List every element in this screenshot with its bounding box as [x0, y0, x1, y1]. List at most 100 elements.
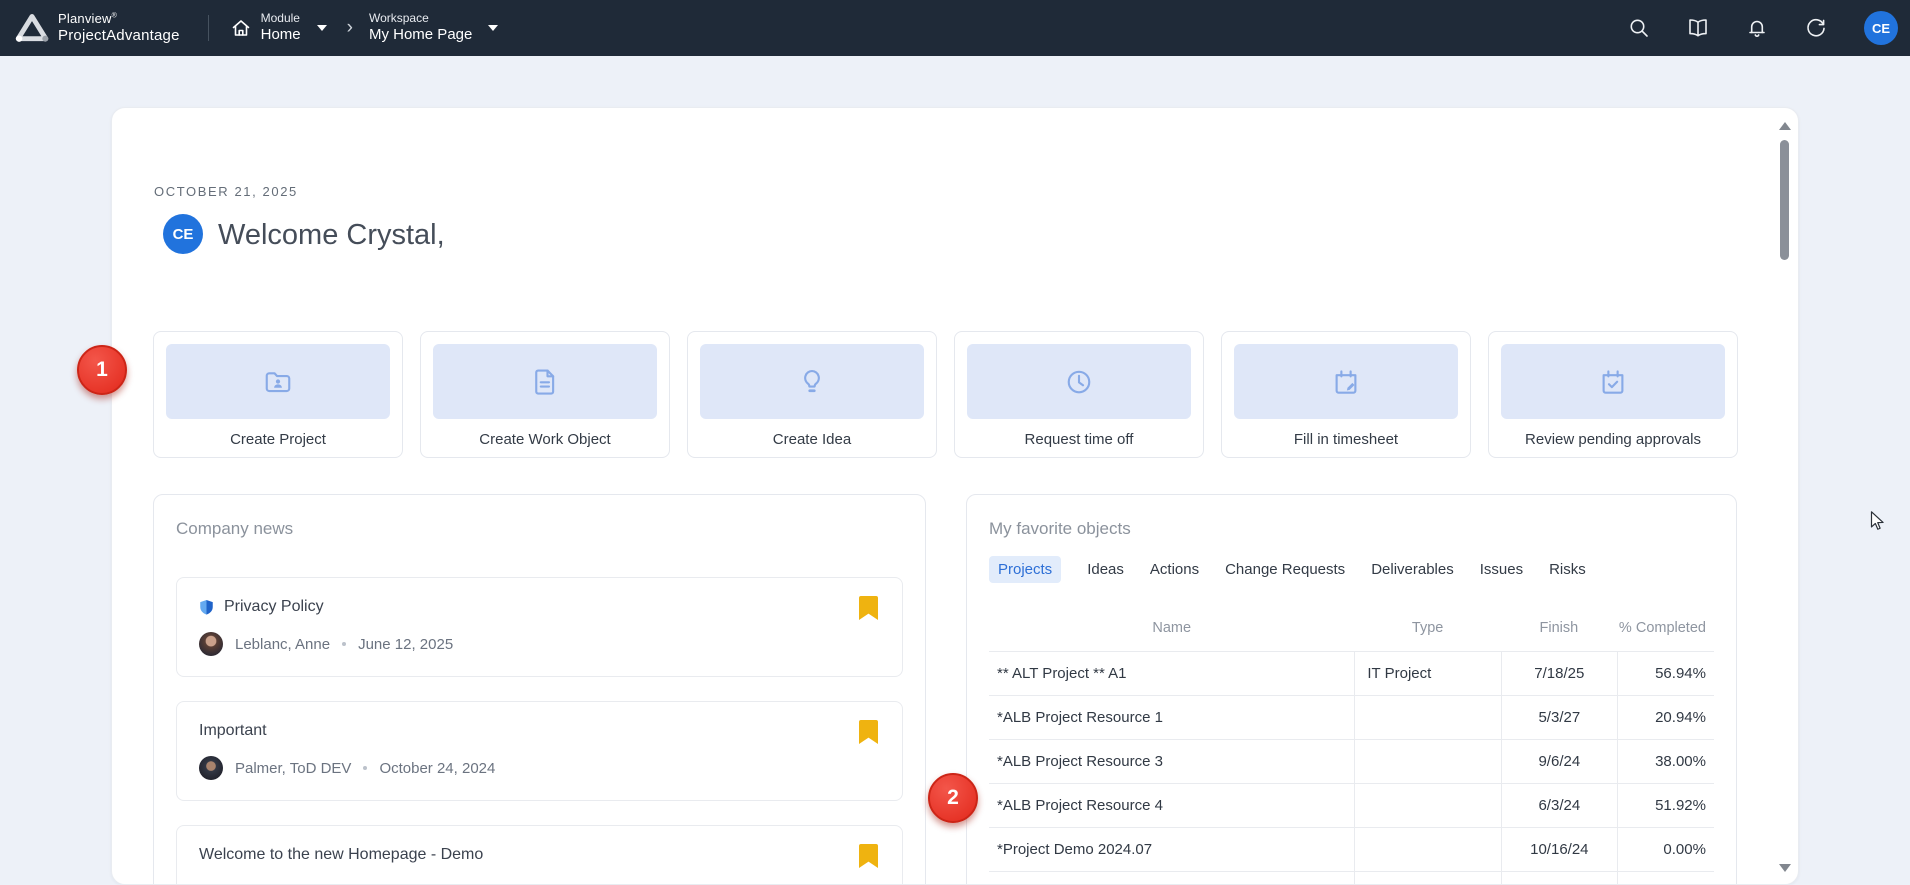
news-meta: Leblanc, Anne June 12, 2025 — [199, 632, 880, 656]
table-header-row: Name Type Finish % Completed — [989, 605, 1714, 651]
news-item-welcome-homepage[interactable]: Welcome to the new Homepage - Demo — [176, 825, 903, 885]
refresh-button[interactable] — [1805, 17, 1827, 39]
cell-name[interactable]: *ALB Project Resource 4 — [989, 784, 1354, 827]
author-avatar — [199, 756, 223, 780]
news-title: Privacy Policy — [199, 598, 880, 616]
bookmark-icon[interactable] — [859, 596, 878, 620]
user-avatar[interactable]: CE — [1864, 11, 1898, 45]
tab-change-requests[interactable]: Change Requests — [1225, 556, 1345, 583]
author-avatar — [199, 632, 223, 656]
table-row[interactable]: ** ALT Project ** A1 IT Project 7/18/25 … — [989, 651, 1714, 695]
column-header-name[interactable]: Name — [989, 605, 1354, 651]
cell-completed: 38.00% — [1617, 740, 1714, 783]
module-caret-icon[interactable] — [317, 25, 327, 31]
column-header-type[interactable]: Type — [1354, 605, 1500, 651]
tab-risks[interactable]: Risks — [1549, 556, 1586, 583]
scrollbar-up-arrow-icon[interactable] — [1779, 122, 1791, 130]
quick-action-review-pending-approvals[interactable]: Review pending approvals — [1488, 331, 1738, 458]
document-icon — [530, 367, 560, 397]
vertical-scrollbar[interactable] — [1777, 108, 1792, 884]
cell-name[interactable]: ** ALT Project ** A1 — [989, 652, 1354, 695]
tab-actions[interactable]: Actions — [1150, 556, 1199, 583]
workspace-value: My Home Page — [369, 26, 472, 45]
table-row[interactable]: *ALB Project Resource 3 9/6/24 38.00% — [989, 739, 1714, 783]
news-item-privacy-policy[interactable]: Privacy Policy Leblanc, Anne June 12, 20… — [176, 577, 903, 677]
news-item-important[interactable]: Important Palmer, ToD DEV October 24, 20… — [176, 701, 903, 801]
quick-action-tile — [166, 344, 390, 419]
column-header-finish[interactable]: Finish — [1501, 605, 1617, 651]
home-icon — [231, 18, 251, 38]
bookmark-icon[interactable] — [859, 720, 878, 744]
cell-finish: 6/3/24 — [1501, 784, 1617, 827]
module-value: Home — [261, 26, 301, 45]
current-date: OCTOBER 21, 2025 — [154, 184, 298, 199]
planview-triangle-icon — [14, 12, 50, 44]
author-name: Palmer, ToD DEV — [235, 760, 351, 777]
news-date: June 12, 2025 — [358, 636, 453, 653]
quick-action-label: Fill in timesheet — [1234, 431, 1458, 448]
calendar-check-icon — [1598, 367, 1628, 397]
bookmark-icon[interactable] — [859, 844, 878, 868]
cell-type — [1354, 740, 1500, 783]
topbar-actions: CE — [1628, 0, 1910, 56]
scrollbar-thumb[interactable] — [1780, 140, 1789, 260]
refresh-icon — [1805, 17, 1827, 39]
cell-name[interactable]: *ALB Project Resource 3 — [989, 740, 1354, 783]
quick-action-fill-in-timesheet[interactable]: Fill in timesheet — [1221, 331, 1471, 458]
planview-logo[interactable]: Planview® ProjectAdvantage — [14, 12, 180, 44]
scrollbar-down-arrow-icon[interactable] — [1779, 864, 1791, 872]
cell-finish: 10/16/24 — [1501, 828, 1617, 871]
home-page-content: OCTOBER 21, 2025 CE Welcome Crystal, Cre… — [111, 107, 1799, 885]
greeting-text: Welcome Crystal, — [218, 219, 445, 252]
calendar-edit-icon — [1331, 367, 1361, 397]
table-row[interactable]: Agile 02 Project 1 8/2/24 10.13% — [989, 871, 1714, 885]
cell-type — [1354, 828, 1500, 871]
table-row[interactable]: *ALB Project Resource 1 5/3/27 20.94% — [989, 695, 1714, 739]
greeting-avatar: CE — [163, 214, 203, 254]
module-label: Module — [261, 11, 301, 26]
quick-action-create-work-object[interactable]: Create Work Object — [420, 331, 670, 458]
mouse-cursor-icon — [1866, 510, 1888, 532]
workspace-caret-icon[interactable] — [488, 25, 498, 31]
quick-action-request-time-off[interactable]: Request time off — [954, 331, 1204, 458]
tab-issues[interactable]: Issues — [1480, 556, 1523, 583]
bell-icon — [1746, 17, 1768, 39]
cell-finish: 9/6/24 — [1501, 740, 1617, 783]
lightbulb-icon — [797, 367, 827, 397]
tab-ideas[interactable]: Ideas — [1087, 556, 1124, 583]
quick-action-tile — [967, 344, 1191, 419]
news-title: Welcome to the new Homepage - Demo — [199, 846, 880, 864]
documentation-button[interactable] — [1687, 17, 1709, 39]
cell-type: Project 1 — [1354, 872, 1500, 885]
news-title: Important — [199, 722, 880, 740]
favorites-table: Name Type Finish % Completed ** ALT Proj… — [989, 605, 1714, 885]
cell-name[interactable]: *Project Demo 2024.07 — [989, 828, 1354, 871]
quick-action-create-idea[interactable]: Create Idea — [687, 331, 937, 458]
topbar-divider — [208, 15, 209, 41]
top-navigation-bar: Planview® ProjectAdvantage Module Home ›… — [0, 0, 1910, 56]
tab-deliverables[interactable]: Deliverables — [1371, 556, 1454, 583]
table-row[interactable]: *Project Demo 2024.07 10/16/24 0.00% — [989, 827, 1714, 871]
cell-finish: 5/3/27 — [1501, 696, 1617, 739]
cell-type — [1354, 696, 1500, 739]
column-header-completed[interactable]: % Completed — [1617, 605, 1714, 651]
cell-name[interactable]: Agile 02 — [989, 872, 1354, 885]
cell-name[interactable]: *ALB Project Resource 1 — [989, 696, 1354, 739]
breadcrumb-chevron-icon: › — [347, 17, 353, 39]
cell-type — [1354, 784, 1500, 827]
quick-action-label: Create Project — [166, 431, 390, 448]
quick-action-tile — [700, 344, 924, 419]
quick-action-label: Review pending approvals — [1501, 431, 1725, 448]
module-selector[interactable]: Module Home — [231, 11, 327, 45]
quick-action-tile — [1501, 344, 1725, 419]
workspace-selector[interactable]: Workspace My Home Page — [369, 11, 498, 45]
cell-type: IT Project — [1354, 652, 1500, 695]
table-row[interactable]: *ALB Project Resource 4 6/3/24 51.92% — [989, 783, 1714, 827]
cell-completed: 20.94% — [1617, 696, 1714, 739]
quick-action-create-project[interactable]: Create Project — [153, 331, 403, 458]
company-news-panel: Company news Privacy Policy Leblanc, Ann… — [153, 494, 926, 885]
search-button[interactable] — [1628, 17, 1650, 39]
favorites-tabs: Projects Ideas Actions Change Requests D… — [989, 556, 1714, 583]
tab-projects[interactable]: Projects — [989, 556, 1061, 583]
notifications-button[interactable] — [1746, 17, 1768, 39]
